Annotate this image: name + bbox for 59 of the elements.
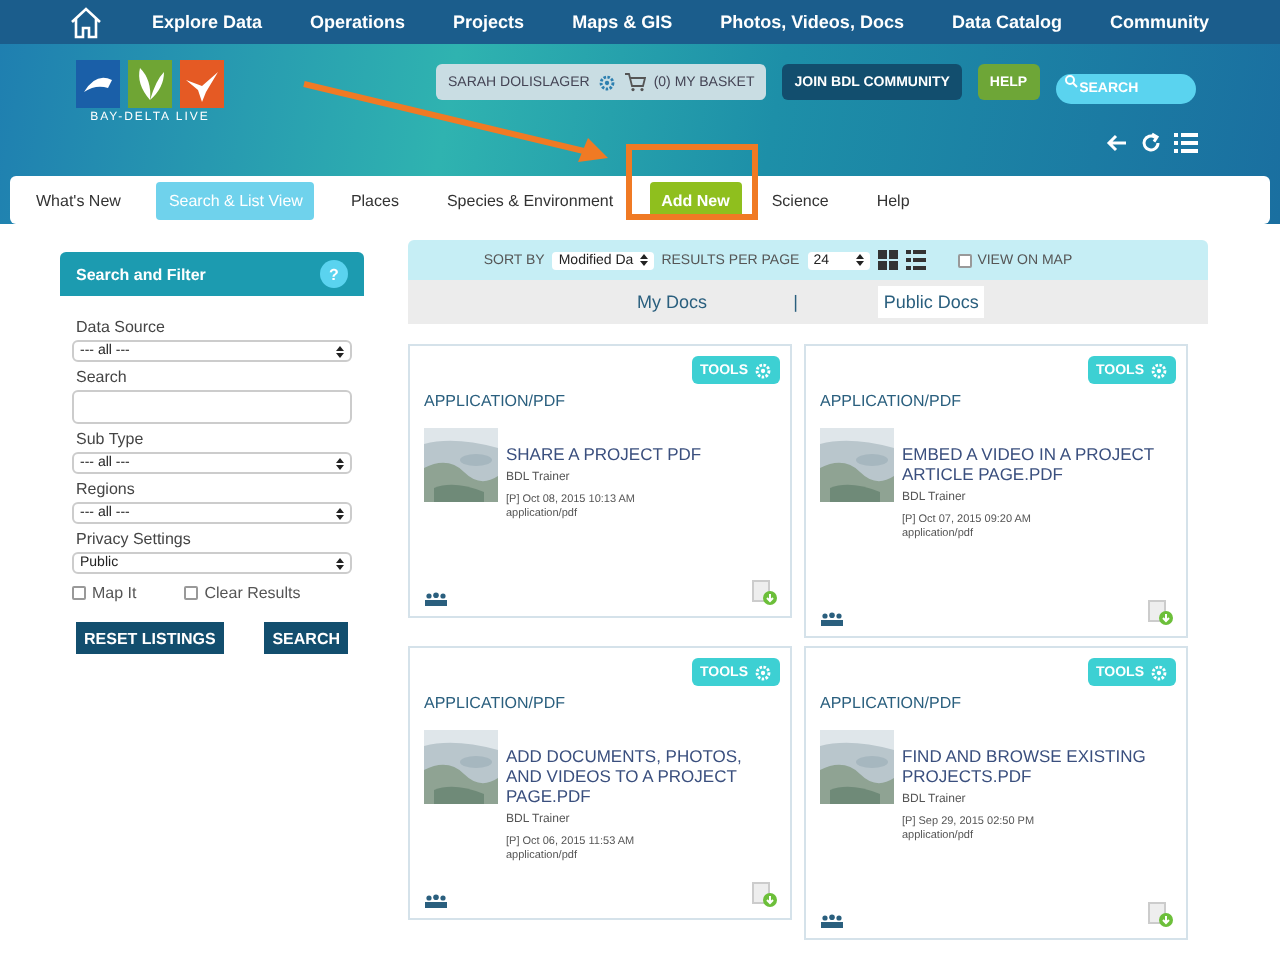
- menu-icon[interactable]: [1174, 132, 1198, 154]
- doc-tab[interactable]: My Docs: [631, 286, 714, 318]
- document-title[interactable]: SHARE A PROJECT PDF: [506, 444, 702, 464]
- document-type: APPLICATION/PDF: [820, 694, 964, 712]
- group-icon: [424, 592, 448, 606]
- reset-button[interactable]: RESET LISTINGS: [76, 622, 224, 654]
- document-type: APPLICATION/PDF: [424, 392, 568, 410]
- nav-link[interactable]: Projects: [453, 12, 525, 32]
- group-icon: [820, 914, 844, 928]
- gear-icon: [754, 663, 772, 681]
- select-arrows-icon: [639, 253, 648, 265]
- gear-icon: [754, 361, 772, 379]
- select-arrows-icon: [336, 457, 344, 469]
- nav-tab[interactable]: Help: [864, 181, 922, 219]
- nav-link[interactable]: Operations: [310, 12, 406, 32]
- list-view-icon[interactable]: [905, 250, 926, 270]
- checkbox[interactable]: Clear Results: [184, 584, 301, 602]
- nav-link[interactable]: Photos, Videos, Docs: [720, 12, 904, 32]
- search-button[interactable]: SEARCH: [264, 622, 348, 654]
- search-icon: [1063, 74, 1078, 88]
- cart-icon[interactable]: [623, 72, 646, 92]
- home-icon[interactable]: [68, 5, 104, 39]
- doc-tab[interactable]: Public Docs: [877, 286, 985, 318]
- document-title[interactable]: FIND AND BROWSE EXISTING PROJECTS.PDF: [902, 746, 1176, 786]
- settings-icon[interactable]: [597, 73, 616, 91]
- logo-icon[interactable]: [76, 60, 224, 108]
- refresh-icon[interactable]: [1140, 132, 1162, 154]
- field-label: Privacy Settings: [76, 530, 193, 548]
- group-icon: [424, 894, 448, 908]
- highlight-frame: [626, 144, 758, 220]
- nav-link[interactable]: Community: [1109, 12, 1209, 32]
- select-arrows-icon: [336, 557, 344, 569]
- select-arrows-icon: [336, 507, 344, 519]
- back-icon[interactable]: [1106, 132, 1128, 154]
- grid-view-icon[interactable]: [877, 250, 898, 270]
- select-arrows-icon: [855, 253, 864, 265]
- nav-tab[interactable]: Places: [338, 181, 411, 219]
- search-input[interactable]: [72, 390, 352, 424]
- gear-icon: [1150, 663, 1168, 681]
- gear-icon: [1150, 361, 1168, 379]
- document-type: APPLICATION/PDF: [424, 694, 568, 712]
- field-label: Regions: [76, 480, 137, 498]
- nav-tab[interactable]: What's New: [24, 181, 133, 219]
- nav-link[interactable]: Maps & GIS: [572, 12, 673, 32]
- group-icon: [820, 612, 844, 626]
- field-label: Sub Type: [76, 430, 146, 448]
- nav-link[interactable]: Data Catalog: [951, 12, 1062, 32]
- document-type: APPLICATION/PDF: [820, 392, 964, 410]
- document-title[interactable]: EMBED A VIDEO IN A PROJECT ARTICLE PAGE.PDF: [902, 444, 1176, 484]
- nav-link[interactable]: Explore Data: [152, 12, 263, 32]
- select-arrows-icon: [336, 345, 344, 357]
- field-label: Data Source: [76, 318, 167, 336]
- nav-tab[interactable]: Science: [759, 181, 841, 219]
- panel-title: Search and Filter: [76, 265, 206, 283]
- separator: |: [793, 292, 798, 312]
- document-title[interactable]: ADD DOCUMENTS, PHOTOS, AND VIDEOS TO A PROJECT PAGE.PDF: [506, 746, 780, 806]
- field-label: Search: [76, 368, 129, 386]
- checkbox[interactable]: Map It: [72, 584, 137, 602]
- nav-tab[interactable]: Species & Environment: [434, 181, 626, 219]
